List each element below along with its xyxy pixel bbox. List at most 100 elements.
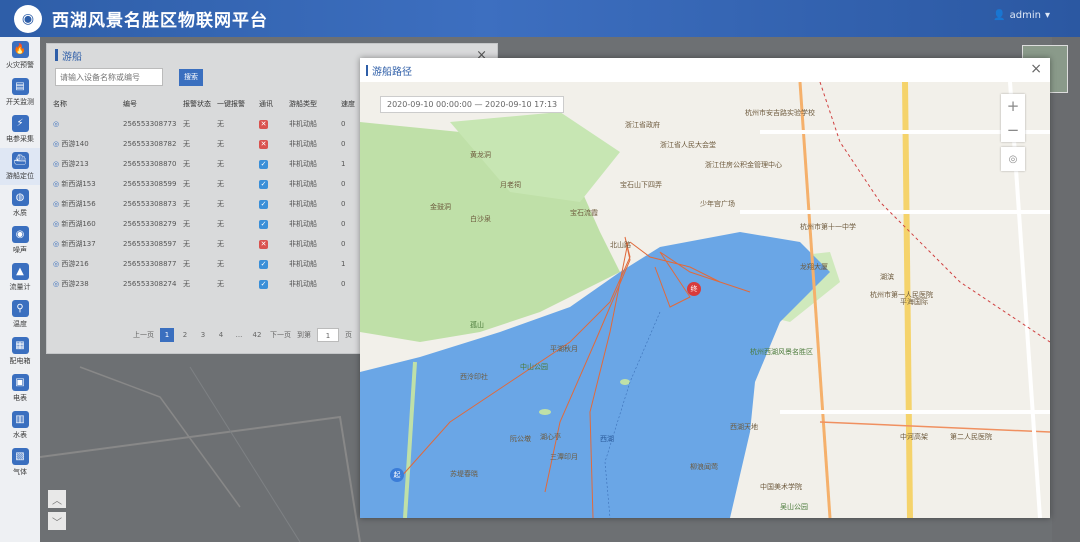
boat-type: 非机动船 xyxy=(289,120,317,128)
top-bar: ◉ 西湖风景名胜区物联网平台 👤 admin ▾ xyxy=(0,0,1080,37)
onekey-alarm: 无 xyxy=(217,180,224,188)
sidebar-item-5[interactable]: ◉ 噪声 xyxy=(0,222,40,259)
table-row[interactable]: ◎ 新西湖137 256553308597 无无 ✕ 非机动船 0 xyxy=(53,234,363,254)
map-right-area xyxy=(1052,37,1080,542)
sidebar-item-4[interactable]: ◍ 水质 xyxy=(0,185,40,222)
prev-page-button[interactable]: 上一页 xyxy=(133,330,154,340)
location-pin-icon: ◎ xyxy=(53,140,60,148)
page-button[interactable]: 4 xyxy=(214,328,228,342)
chevron-down-icon[interactable]: ﹀ xyxy=(48,512,66,530)
column-header: 一键报警 xyxy=(217,100,245,108)
route-dialog-title: 游船路径 xyxy=(360,58,1050,82)
page-button[interactable]: 3 xyxy=(196,328,210,342)
close-icon[interactable]: × xyxy=(1030,61,1042,77)
map-label: 中河高架 xyxy=(900,433,928,441)
map-label: 宝石山下四弄 xyxy=(620,181,662,189)
sidebar-item-label: 配电箱 xyxy=(9,357,31,365)
goto-label: 到第 xyxy=(297,331,311,339)
zoom-out-button[interactable]: − xyxy=(1001,118,1025,142)
user-icon: 👤 xyxy=(993,10,1006,21)
sidebar-item-8[interactable]: ▦ 配电箱 xyxy=(0,333,40,370)
sidebar-item-9[interactable]: ▣ 电表 xyxy=(0,370,40,407)
sidebar-item-7[interactable]: ⚲ 温度 xyxy=(0,296,40,333)
gas-icon: ▧ xyxy=(11,448,29,465)
table-row[interactable]: ◎ 新西湖153 256553308599 无无 ✓ 非机动船 0 xyxy=(53,174,363,194)
boat-type: 非机动船 xyxy=(289,180,317,188)
onekey-alarm: 无 xyxy=(217,120,224,128)
sidebar-item-label: 火灾预警 xyxy=(6,61,34,69)
table-row[interactable]: ◎ 新西湖160 256553308279 无无 ✓ 非机动船 0 xyxy=(53,214,363,234)
cross-icon[interactable]: ✕ xyxy=(259,119,268,129)
table-row[interactable]: ◎ 西游216 256553308877 无无 ✓ 非机动船 1 xyxy=(53,254,363,274)
switch-icon: ▤ xyxy=(11,78,29,95)
route-dialog: 游船路径 × 2020-09-10 00:00:00 — 2020-09-10 … xyxy=(360,58,1050,518)
map-label: 少年宫广场 xyxy=(700,200,735,208)
distribution-box-icon: ▦ xyxy=(11,337,29,354)
sidebar-item-3[interactable]: ⛴ 游船定位 xyxy=(0,148,40,185)
cross-icon[interactable]: ✕ xyxy=(259,239,268,249)
column-header: 游船类型 xyxy=(289,100,317,108)
location-pin-icon: ◎ xyxy=(53,260,60,268)
map-label: 湖心亭 xyxy=(540,433,561,441)
boat-type: 非机动船 xyxy=(289,240,317,248)
route-map[interactable]: 2020-09-10 00:00:00 — 2020-09-10 17:13 黄… xyxy=(360,82,1050,518)
boat-table: 名称 编号 报警状态 一键报警 通讯 游船类型 速度 ◎ 256553308773 无无 ✕ 非机… xyxy=(53,94,363,294)
app-title: 西湖风景名胜区物联网平台 xyxy=(52,11,268,31)
sidebar-item-1[interactable]: ▤ 开关监测 xyxy=(0,74,40,111)
device-search-input[interactable] xyxy=(55,68,163,86)
location-pin-icon: ◎ xyxy=(53,280,60,288)
chevron-up-icon[interactable]: ︿ xyxy=(48,490,66,508)
sidebar-item-label: 水质 xyxy=(13,209,27,217)
sidebar-item-10[interactable]: ▥ 水表 xyxy=(0,407,40,444)
map-label: 浙江省人民大会堂 xyxy=(660,141,716,149)
map-label: 苏堤春晓 xyxy=(450,470,478,478)
table-row[interactable]: ◎ 256553308773 无无 ✕ 非机动船 0 xyxy=(53,114,363,134)
check-icon[interactable]: ✓ xyxy=(259,179,268,189)
boat-type: 非机动船 xyxy=(289,200,317,208)
sidebar-item-2[interactable]: ⚡ 电参采集 xyxy=(0,111,40,148)
search-button[interactable]: 搜索 xyxy=(179,68,203,86)
page-input[interactable]: 1 xyxy=(317,328,339,342)
table-row[interactable]: ◎ 新西湖156 256553308873 无无 ✓ 非机动船 0 xyxy=(53,194,363,214)
check-icon[interactable]: ✓ xyxy=(259,219,268,229)
panel-toggle-group: ︿ ﹀ xyxy=(48,490,68,536)
boat-name: 西游216 xyxy=(61,260,89,268)
table-row[interactable]: ◎ 西游238 256553308274 无无 ✓ 非机动船 0 xyxy=(53,274,363,294)
map-label: 平海国际 xyxy=(900,298,928,306)
page-button[interactable]: ... xyxy=(232,328,246,342)
page-button[interactable]: 2 xyxy=(178,328,192,342)
location-icon[interactable]: ◎ xyxy=(1001,147,1025,171)
alarm-status: 无 xyxy=(183,240,190,248)
check-icon[interactable]: ✓ xyxy=(259,259,268,269)
route-end-marker[interactable]: 终 xyxy=(687,282,701,296)
onekey-alarm: 无 xyxy=(217,260,224,268)
boat-icon: ⛴ xyxy=(11,152,29,169)
check-icon[interactable]: ✓ xyxy=(259,279,268,289)
sidebar-item-label: 噪声 xyxy=(13,246,27,254)
next-page-button[interactable]: 下一页 xyxy=(270,330,291,340)
user-menu[interactable]: 👤 admin ▾ xyxy=(993,10,1050,21)
map-label: 西泠印社 xyxy=(460,373,488,381)
boat-name: 新西湖156 xyxy=(61,200,96,208)
location-pin-icon: ◎ xyxy=(53,240,60,248)
zoom-in-button[interactable]: + xyxy=(1001,94,1025,118)
table-row[interactable]: ◎ 西游213 256553308870 无无 ✓ 非机动船 1 xyxy=(53,154,363,174)
route-start-marker[interactable]: 起 xyxy=(390,468,404,482)
page-button[interactable]: 42 xyxy=(250,328,264,342)
map-label: 龙翔大厦 xyxy=(800,263,828,271)
check-icon[interactable]: ✓ xyxy=(259,159,268,169)
alarm-status: 无 xyxy=(183,220,190,228)
sidebar-item-label: 温度 xyxy=(13,320,27,328)
boat-name: 西游238 xyxy=(61,280,89,288)
map-label: 浙江住房公积金管理中心 xyxy=(705,161,782,169)
check-icon[interactable]: ✓ xyxy=(259,199,268,209)
cross-icon[interactable]: ✕ xyxy=(259,139,268,149)
app-logo: ◉ xyxy=(14,4,42,33)
map-label: 宝石流霞 xyxy=(570,209,598,217)
table-row[interactable]: ◎ 西游140 256553308782 无无 ✕ 非机动船 0 xyxy=(53,134,363,154)
sidebar-item-6[interactable]: ▲ 流量计 xyxy=(0,259,40,296)
sidebar-item-11[interactable]: ▧ 气体 xyxy=(0,444,40,481)
boat-type: 非机动船 xyxy=(289,260,317,268)
sidebar-item-0[interactable]: 🔥 火灾预警 xyxy=(0,37,40,74)
page-button[interactable]: 1 xyxy=(160,328,174,342)
